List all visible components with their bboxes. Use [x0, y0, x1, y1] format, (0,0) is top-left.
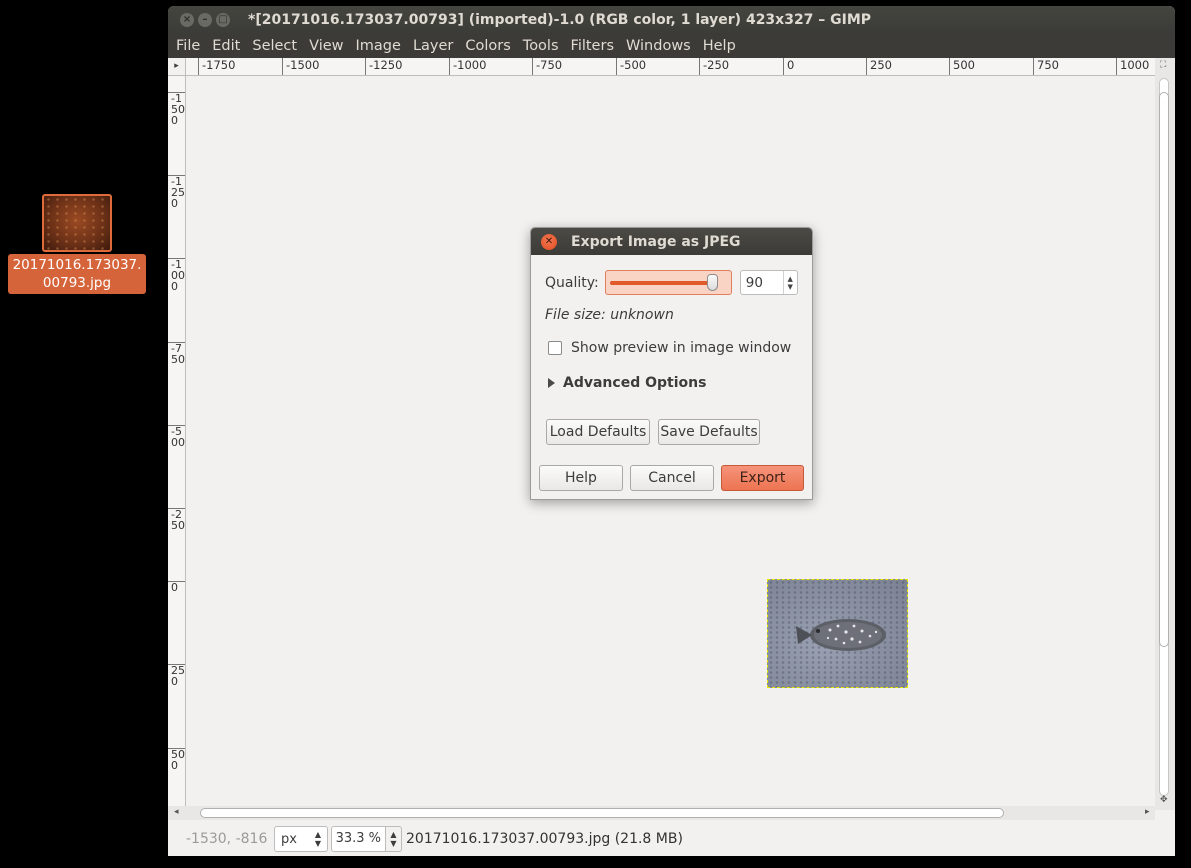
- unit-value: px: [281, 831, 297, 847]
- ruler-label: -750: [168, 342, 185, 365]
- ruler-label: 250: [168, 664, 185, 687]
- close-window-icon[interactable]: ×: [180, 13, 194, 27]
- vertical-ruler[interactable]: -1500 -1250 -1000 -750 -500 -250 0 250 5…: [168, 76, 186, 806]
- close-icon[interactable]: ✕: [541, 233, 557, 250]
- scroll-left-arrow-icon[interactable]: ◂: [174, 807, 179, 817]
- ruler-label: -1000: [168, 258, 185, 292]
- navigate-icon[interactable]: ✥: [1160, 795, 1168, 805]
- menu-windows[interactable]: Windows: [620, 34, 697, 58]
- spin-arrows-icon[interactable]: ▲ ▼: [782, 271, 797, 294]
- desktop-file-label: 20171016.173037.00793.jpg: [8, 254, 146, 294]
- ruler-label: -250: [168, 508, 185, 531]
- vertical-scrollbar[interactable]: ⛶ ✥: [1155, 58, 1175, 810]
- desktop-file-icon[interactable]: 20171016.173037.00793.jpg: [8, 194, 146, 294]
- ruler-label: 250: [866, 58, 892, 75]
- ruler-label: -1750: [198, 58, 235, 75]
- ruler-label: -1500: [282, 58, 319, 75]
- quality-spinbox[interactable]: 90 ▲ ▼: [739, 270, 798, 295]
- advanced-options-label: Advanced Options: [563, 375, 707, 391]
- menu-help[interactable]: Help: [697, 34, 742, 58]
- quality-slider[interactable]: [604, 270, 732, 295]
- export-button[interactable]: Export: [721, 465, 804, 491]
- quality-value: 90: [745, 274, 763, 291]
- scroll-thumb[interactable]: [1159, 92, 1169, 647]
- unit-selector[interactable]: px ▲ ▼: [274, 826, 328, 852]
- menu-filters[interactable]: Filters: [565, 34, 620, 58]
- expander-triangle-icon: [548, 378, 555, 388]
- image-layer[interactable]: [767, 579, 908, 688]
- file-info: 20171016.173037.00793.jpg (21.8 MB): [406, 831, 683, 847]
- pointer-coordinates: -1530, -816: [186, 831, 268, 847]
- menu-view[interactable]: View: [303, 34, 349, 58]
- quality-label: Quality:: [545, 274, 599, 291]
- menu-layer[interactable]: Layer: [407, 34, 459, 58]
- horizontal-ruler[interactable]: -1750 -1500 -1250 -1000 -750 -500 -250 0…: [186, 58, 1162, 76]
- ruler-label: -500: [616, 58, 646, 75]
- scroll-thumb[interactable]: [200, 808, 1004, 818]
- show-preview-label: Show preview in image window: [571, 340, 792, 356]
- ruler-label: -750: [532, 58, 562, 75]
- ruler-label: 750: [1033, 58, 1059, 75]
- ruler-label: 1000: [1116, 58, 1149, 75]
- ruler-label: -1250: [168, 175, 185, 209]
- title-bar: × – □ *[20171016.173037.00793] (imported…: [168, 6, 1175, 34]
- ruler-label: -500: [168, 425, 185, 448]
- ruler-label: 500: [949, 58, 975, 75]
- menu-bar: File Edit Select View Image Layer Colors…: [168, 34, 1175, 58]
- help-button[interactable]: Help: [539, 465, 623, 491]
- scroll-right-arrow-icon[interactable]: ▸: [1145, 807, 1150, 817]
- export-jpeg-dialog: ✕ Export Image as JPEG Quality: 90 ▲ ▼ Fi…: [530, 227, 813, 500]
- menu-tools[interactable]: Tools: [517, 34, 565, 58]
- menu-image[interactable]: Image: [350, 34, 407, 58]
- menu-edit[interactable]: Edit: [206, 34, 246, 58]
- file-size-text: File size: unknown: [545, 307, 674, 323]
- menu-select[interactable]: Select: [246, 34, 303, 58]
- zoom-level-field[interactable]: 33.3 %: [331, 826, 386, 852]
- save-defaults-button[interactable]: Save Defaults: [658, 419, 760, 445]
- ruler-label: -1000: [449, 58, 486, 75]
- ruler-label: -1250: [365, 58, 402, 75]
- ruler-label: -250: [699, 58, 729, 75]
- load-defaults-button[interactable]: Load Defaults: [546, 419, 650, 445]
- advanced-options-expander[interactable]: Advanced Options: [548, 375, 706, 391]
- quality-slider-fill: [609, 281, 711, 285]
- ruler-label: 0: [783, 58, 794, 75]
- zoom-dropdown-icon[interactable]: ▲ ▼: [386, 826, 402, 852]
- dialog-title: Export Image as JPEG: [571, 233, 741, 250]
- show-preview-option[interactable]: Show preview in image window: [548, 340, 791, 356]
- ruler-label: 0: [168, 581, 185, 593]
- maximize-window-icon[interactable]: □: [216, 13, 230, 27]
- cancel-button[interactable]: Cancel: [630, 465, 714, 491]
- horizontal-scrollbar[interactable]: ◂ ▸: [168, 806, 1155, 820]
- ruler-label: 500: [168, 748, 185, 771]
- menu-colors[interactable]: Colors: [459, 34, 516, 58]
- menu-file[interactable]: File: [170, 34, 206, 58]
- ruler-label: -1500: [168, 92, 185, 126]
- flounder-image: [796, 619, 886, 651]
- show-preview-checkbox[interactable]: [548, 341, 562, 355]
- minimize-window-icon[interactable]: –: [198, 13, 212, 27]
- image-thumbnail: [42, 194, 112, 252]
- window-title: *[20171016.173037.00793] (imported)-1.0 …: [248, 12, 872, 28]
- quality-slider-handle[interactable]: [706, 274, 718, 291]
- quick-mask-toggle[interactable]: ▸: [168, 58, 186, 76]
- zoom-lock-icon[interactable]: ⛶: [1160, 60, 1166, 70]
- spin-arrows-icon: ▲ ▼: [314, 830, 321, 848]
- status-bar: -1530, -816 px ▲ ▼ 33.3 % ▲ ▼ 20171016.173…: [168, 822, 1175, 856]
- dialog-title-bar: ✕ Export Image as JPEG: [531, 228, 812, 255]
- quality-row: Quality: 90 ▲ ▼: [545, 270, 798, 295]
